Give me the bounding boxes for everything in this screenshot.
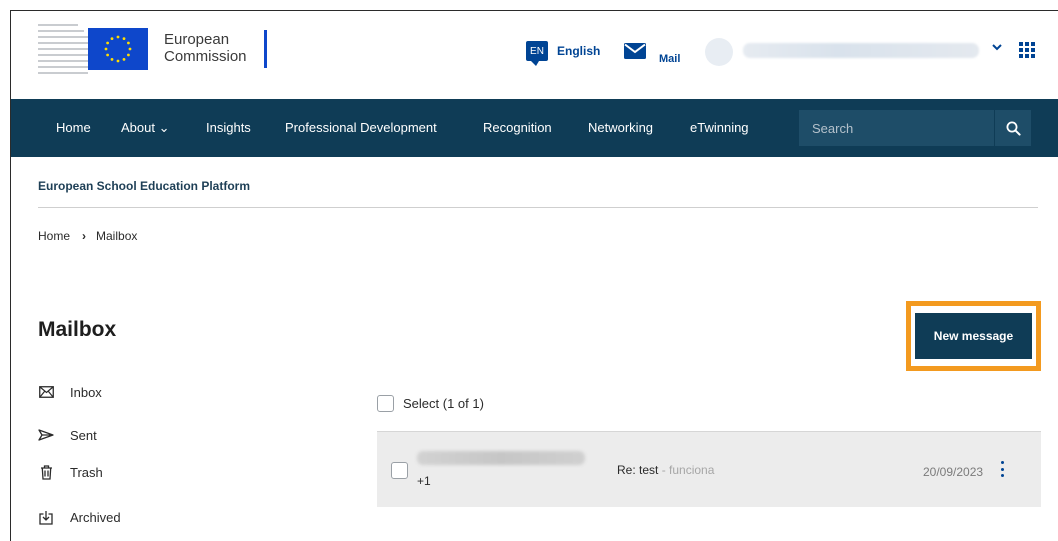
page-title: Mailbox [38,318,117,341]
message-snippet: - funciona [658,463,715,477]
sidebar-item-label: Sent [70,427,97,443]
sidebar-item-label: Inbox [70,384,102,400]
breadcrumb-home[interactable]: Home [38,229,70,243]
message-subject[interactable]: Re: test - funciona [617,463,714,477]
recipient-count: +1 [417,474,431,488]
nav-item-about[interactable]: About ⌄ [121,120,169,136]
message-date: 20/09/2023 [923,465,984,479]
european-commission-logo[interactable]: European Commission [38,22,278,77]
eu-flag-icon [88,28,148,70]
breadcrumb: Home › Mailbox [38,229,137,243]
select-all-label: Select (1 of 1) [403,396,484,411]
mail-icon [624,43,646,59]
archive-icon [38,509,54,525]
nav-item-networking[interactable]: Networking [588,120,653,135]
search-input[interactable] [799,110,994,146]
search-icon [1006,121,1021,136]
subject-text: Re: test [617,463,659,477]
sidebar-item-sent[interactable]: Sent [38,427,97,443]
new-message-button[interactable]: New message [915,313,1032,359]
send-icon [38,427,54,443]
main-navigation: Home About ⌄ Insights Professional Devel… [11,99,1058,157]
sidebar-item-label: Trash [70,464,103,480]
sender-redacted [417,451,585,465]
search-box [799,110,994,146]
nav-item-recognition[interactable]: Recognition [483,120,552,135]
logo-line-1: European [164,31,230,48]
platform-title[interactable]: European School Education Platform [38,179,250,193]
language-label: English [557,44,601,58]
mail-label: Mail [659,53,681,65]
sidebar-item-trash[interactable]: Trash [38,464,103,480]
message-row[interactable]: +1 Re: test - funciona 20/09/2023 [377,431,1041,507]
apps-grid-icon[interactable] [1019,42,1035,58]
language-code-badge: EN [526,41,548,66]
select-all[interactable]: Select (1 of 1) [377,395,484,412]
breadcrumb-separator-icon: › [82,229,87,243]
message-checkbox[interactable] [391,462,408,479]
envelope-icon [38,384,54,400]
logo-stripes [38,22,88,77]
sidebar-item-archived[interactable]: Archived [38,509,121,525]
nav-item-professional-development[interactable]: Professional Development [285,120,437,135]
logo-line-2: Commission [164,48,247,65]
more-options-icon[interactable] [999,461,1005,477]
breadcrumb-current: Mailbox [96,229,138,243]
divider [38,207,1038,208]
logo-divider [264,30,267,68]
mail-link[interactable]: Mail [623,42,680,65]
nav-item-home[interactable]: Home [56,120,91,135]
user-name-redacted[interactable] [743,43,979,58]
language-selector[interactable]: EN English [526,39,601,66]
avatar[interactable] [705,38,733,66]
search-button[interactable] [994,110,1031,146]
site-header: European Commission EN English Mail [11,11,1058,99]
trash-icon [38,464,54,480]
nav-item-insights[interactable]: Insights [206,120,251,135]
sidebar-item-inbox[interactable]: Inbox [38,384,102,400]
sidebar-item-label: Archived [70,509,121,525]
nav-item-etwinning[interactable]: eTwinning [690,120,749,135]
chevron-down-icon[interactable] [992,42,1002,54]
select-all-checkbox[interactable] [377,395,394,412]
page-frame: European Commission EN English Mail Home… [10,10,1058,541]
logo-text: European Commission [164,31,247,65]
